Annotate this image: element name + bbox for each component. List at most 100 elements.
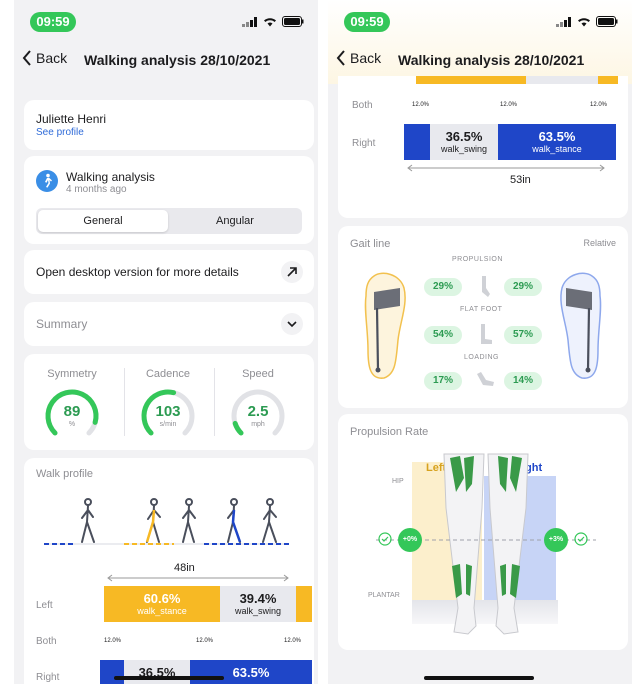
back-button[interactable]: Back [336,50,381,66]
stance-pct: 63.5% [538,129,576,144]
metric-name: Symmetry [47,368,97,380]
left-foot-icon [364,272,406,379]
foot-flat-icon [481,324,492,344]
right-stride-length: 53in [510,174,531,186]
metric-symmetry: Symmetry 89 % [24,368,120,446]
swing-pct: 39.4% [239,591,277,606]
legs-muscle-illustration [443,453,529,635]
both-value-2: 12.0% [196,638,214,644]
back-label: Back [350,50,382,66]
propulsion-left-value: 29% [424,278,462,296]
tab-angular[interactable]: Angular [170,210,300,232]
analysis-card: Walking analysis 4 months ago General An… [24,156,314,244]
see-profile-link[interactable]: See profile [36,127,84,138]
gait-line-title: Gait line [350,238,391,250]
check-circle-icon [378,532,392,546]
battery-icon [282,16,304,27]
foot-propulsion-icon [482,276,490,297]
metric-name: Speed [242,368,274,380]
both-value-1: 12.0% [104,638,122,644]
gait-line-card: Gait line Relative PROPULSION 29% 29% FL… [338,226,628,408]
stride-arrow [107,574,289,582]
both-value-3: 12.0% [284,638,302,644]
walking-icon [36,170,58,192]
swing-name: walk_swing [440,144,488,154]
both-value-3: 12.0% [590,102,608,108]
phone-screen-left: 09:59 Back Walking analysis 28/10/2021 J… [14,0,318,684]
page-title: Walking analysis 28/10/2021 [398,52,585,68]
right-swing-segment: 36.5% [124,660,190,684]
hip-label: HIP [392,478,404,485]
navigation-bar: Back Walking analysis 28/10/2021 [328,40,632,80]
plantar-label: PLANTAR [368,592,400,599]
status-bar: 09:59 [14,0,318,40]
swing-name: walk_swing [234,606,282,616]
desktop-version-card[interactable]: Open desktop version for more details [24,250,314,294]
loading-left-value: 17% [424,372,462,390]
right-row-label: Right [352,138,376,149]
loading-label: LOADING [464,354,500,361]
stance-name: walk_stance [137,606,187,616]
system-icons [242,16,304,27]
right-phase-bar: 36.5% walk_swing 63.5% walk_stance [404,124,616,160]
patient-name: Juliette Henri [36,112,107,126]
left-stance-tail [296,586,312,622]
right-stance-segment: 63.5% [190,660,312,684]
metric-unit: % [68,421,76,428]
both-value-1: 12.0% [412,102,430,108]
left-row-label: Left [36,600,53,611]
analysis-title: Walking analysis [66,170,155,184]
both-row-label: Both [36,636,57,647]
summary-label: Summary [36,317,88,331]
chevron-left-icon [22,50,31,66]
analysis-view-switch: General Angular [36,208,302,234]
back-label: Back [36,50,68,66]
desktop-version-label: Open desktop version for more details [36,265,239,279]
left-stance-segment: 60.6% walk_stance [104,586,220,622]
right-swing-segment: 36.5% walk_swing [430,124,498,160]
signal-icon [556,16,571,27]
patient-card: Juliette Henri See profile [24,100,314,150]
stance-name: walk_stance [532,144,582,154]
left-swing-segment: 39.4% walk_swing [220,586,296,622]
page-title: Walking analysis 28/10/2021 [84,52,271,68]
swing-pct: 36.5% [445,129,483,144]
battery-icon [596,16,618,27]
propulsion-label: PROPULSION [452,256,503,263]
metric-speed: Speed 2.5 mph [210,368,306,446]
status-time: 09:59 [30,12,76,32]
check-circle-icon [574,532,588,546]
chevron-left-icon [336,50,345,66]
signal-icon [242,16,257,27]
walk-profile-card: Walk profile 48in Left 60.6% walk_stance [24,458,314,684]
metrics-card: Symmetry 89 % Cadence 103 s/min Speed 2.… [24,354,314,450]
wifi-icon [264,17,276,26]
summary-card[interactable]: Summary [24,302,314,346]
propulsion-right-value: 29% [504,278,542,296]
right-foot-icon [560,272,602,379]
analysis-age: 4 months ago [66,184,127,195]
left-stance-tail-clipped [598,76,618,84]
right-phase-bar: 36.5% 63.5% [100,660,312,684]
back-button[interactable]: Back [22,50,67,66]
flat-foot-label: FLAT FOOT [460,306,503,313]
right-row-label: Right [36,672,60,683]
left-stance-segment-clipped [416,76,526,84]
metric-name: Cadence [145,368,191,380]
home-indicator [424,676,534,680]
right-propulsion-badge: +3% [544,528,568,552]
chevron-down-icon[interactable] [280,312,304,336]
left-phase-bar: 60.6% walk_stance 39.4% walk_swing [104,586,312,622]
right-stance-head [404,124,430,160]
gait-mode-label[interactable]: Relative [583,238,616,248]
wifi-icon [578,17,590,26]
left-propulsion-badge: +0% [398,528,422,552]
metric-value: 2.5 [247,403,269,420]
tab-general[interactable]: General [38,210,168,232]
metric-value: 89 [63,403,81,420]
system-icons [556,16,618,27]
status-time: 09:59 [344,12,390,32]
walk-profile-card-continued: Both 12.0% 12.0% 12.0% Right 36.5% walk_… [338,76,628,218]
propulsion-rate-card: Propulsion Rate Left Right HIP PLANTAR +… [338,414,628,650]
left-swing-segment-clipped [526,76,598,84]
